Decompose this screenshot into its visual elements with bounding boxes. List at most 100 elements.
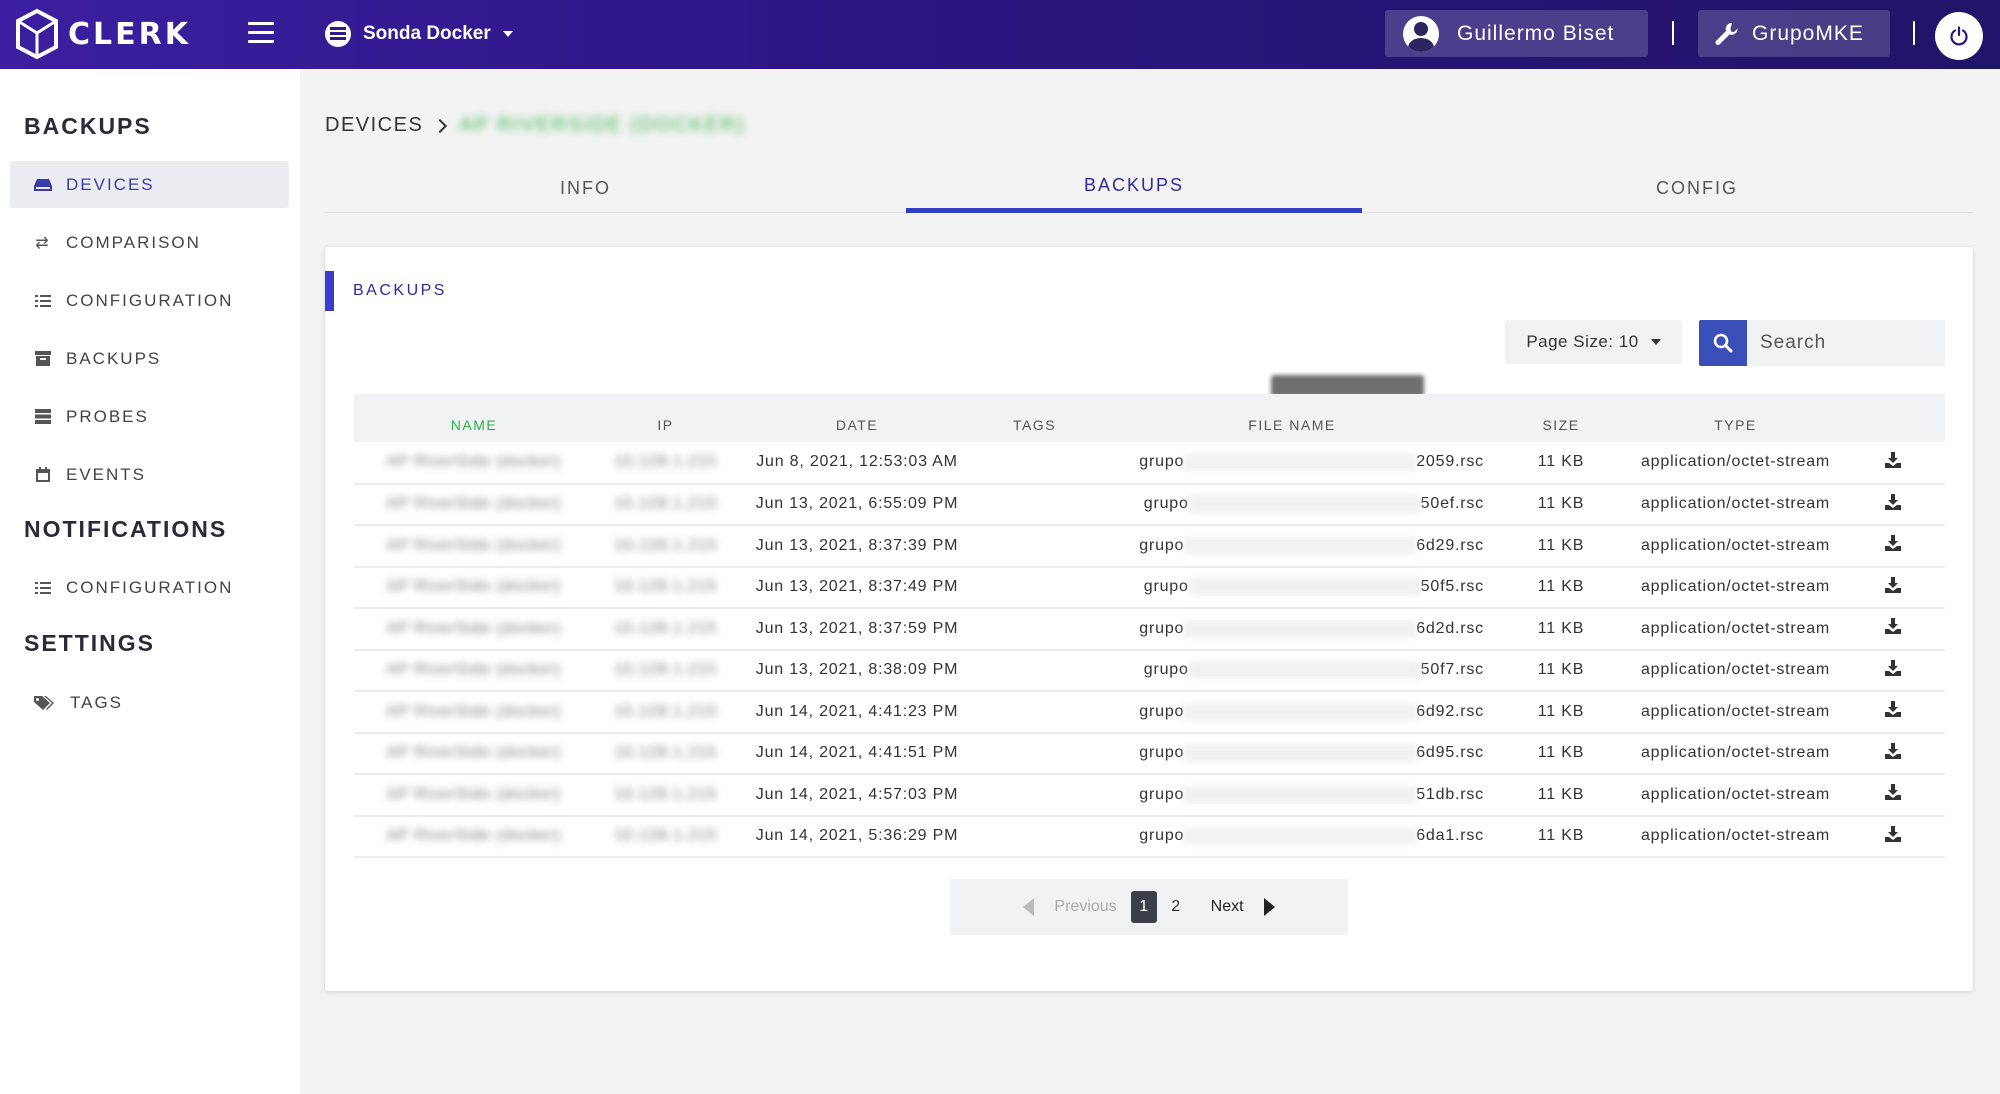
column-header-name[interactable]: NAME [354,394,594,442]
cell-tags [977,484,1092,526]
tasks-icon [34,580,52,596]
project-list-icon [325,21,351,47]
tab-config[interactable]: CONFIG [1421,163,1973,213]
table-body: AP RiverSide (docker) 10.128.1.215 Jun 8… [354,442,1945,857]
table-row[interactable]: AP RiverSide (docker) 10.128.1.215 Jun 1… [354,484,1945,526]
page-2-button[interactable]: 2 [1163,891,1189,923]
cell-actions [1841,816,1945,858]
search-icon [1713,333,1733,353]
chevron-down-icon [502,31,513,37]
sidebar-item-label: CONFIGURATION [66,290,234,310]
cell-type: application/octet-stream [1640,578,1831,596]
organization-name: GrupoMKE [1752,21,1864,45]
sidebar-item-label: EVENTS [66,464,147,484]
sidebar-item-configuration[interactable]: CONFIGURATION [10,277,289,324]
previous-label: Previous [1054,898,1117,915]
sidebar-item-notification-configuration[interactable]: CONFIGURATION [10,564,289,611]
page-1-button[interactable]: 1 [1130,891,1157,923]
clerk-logo[interactable]: CLERK [14,8,191,60]
user-menu-button[interactable]: Guillermo Biset [1385,10,1648,57]
breadcrumb: DEVICES AP RIVERSIDE (DOCKER) [325,114,745,137]
table-row[interactable]: AP RiverSide (docker) 10.128.1.215 Jun 1… [354,525,1945,567]
next-page-button[interactable]: Next [1211,898,1275,916]
sidebar-item-tags[interactable]: TAGS [10,679,289,726]
sidebar-item-devices[interactable]: DEVICES [10,161,289,208]
menu-toggle-icon[interactable] [248,22,274,44]
download-icon[interactable] [1885,659,1901,676]
table-row[interactable]: AP RiverSide (docker) 10.128.1.215 Jun 1… [354,774,1945,816]
next-label: Next [1210,898,1244,915]
logout-button[interactable] [1935,12,1983,60]
breadcrumb-devices-link[interactable]: DEVICES [325,114,423,137]
organization-button[interactable]: GrupoMKE [1698,10,1890,57]
cell-ip: 10.128.1.215 [613,619,718,637]
cell-size: 11 KB [1537,744,1585,762]
cell-type: application/octet-stream [1640,744,1831,762]
download-icon[interactable] [1885,618,1901,635]
cell-name: AP RiverSide (docker) [386,785,562,803]
cell-size: 11 KB [1537,785,1585,803]
sidebar-item-events[interactable]: EVENTS [10,451,289,498]
search-button[interactable] [1699,320,1747,366]
tab-backups[interactable]: BACKUPS [906,163,1362,213]
device-tabs: INFO BACKUPS CONFIG [325,163,1973,213]
cell-date: Jun 13, 2021, 6:55:09 PM [755,495,959,513]
column-header-size[interactable]: SIZE [1492,394,1630,442]
project-selector[interactable]: Sonda Docker [325,18,513,50]
column-header-tags[interactable]: TAGS [977,394,1092,442]
download-icon[interactable] [1885,742,1901,759]
column-header-ip[interactable]: IP [594,394,737,442]
backups-card: BACKUPS Page Size: 10 NAME IP DATE [325,247,1973,991]
sidebar-item-backups[interactable]: BACKUPS [10,335,289,382]
table-row[interactable]: AP RiverSide (docker) 10.128.1.215 Jun 1… [354,816,1945,858]
sidebar-item-comparison[interactable]: ⇄ COMPARISON [10,219,289,266]
download-icon[interactable] [1885,701,1901,718]
cell-ip: 10.128.1.215 [613,453,718,471]
table-row[interactable]: AP RiverSide (docker) 10.128.1.215 Jun 8… [354,442,1945,484]
cell-tags [977,525,1092,567]
cell-tags [977,691,1092,733]
cell-file-name: grupo 51db.rsc [1139,785,1484,804]
previous-page-button[interactable]: Previous [1023,898,1117,916]
page-size-dropdown[interactable]: Page Size: 10 [1505,320,1682,364]
arrow-left-icon [1023,898,1035,916]
search-input[interactable] [1747,320,1945,366]
cell-type: application/octet-stream [1640,536,1831,554]
cell-tags [977,816,1092,858]
sidebar-item-probes[interactable]: PROBES [10,393,289,440]
cell-date: Jun 13, 2021, 8:37:59 PM [755,619,959,637]
download-icon[interactable] [1885,451,1901,468]
download-icon[interactable] [1885,825,1901,842]
column-header-type[interactable]: TYPE [1630,394,1841,442]
cell-type: application/octet-stream [1640,827,1831,845]
brand-name: CLERK [68,16,191,52]
table-row[interactable]: AP RiverSide (docker) 10.128.1.215 Jun 1… [354,691,1945,733]
cell-size: 11 KB [1537,453,1585,471]
cell-actions [1841,733,1945,775]
tab-info[interactable]: INFO [325,163,846,213]
cell-size: 11 KB [1537,495,1585,513]
cell-date: Jun 13, 2021, 8:37:39 PM [755,536,959,554]
download-icon[interactable] [1885,535,1901,552]
cell-type: application/octet-stream [1640,453,1831,471]
calendar-icon [34,467,52,483]
column-header-date[interactable]: DATE [737,394,977,442]
cell-name: AP RiverSide (docker) [386,536,562,554]
table-row[interactable]: AP RiverSide (docker) 10.128.1.215 Jun 1… [354,650,1945,691]
cell-date: Jun 13, 2021, 8:38:09 PM [755,661,959,679]
cell-file-name: grupo 50f7.rsc [1143,661,1484,680]
table-row[interactable]: AP RiverSide (docker) 10.128.1.215 Jun 1… [354,608,1945,650]
download-icon[interactable] [1885,576,1901,593]
table-row[interactable]: AP RiverSide (docker) 10.128.1.215 Jun 1… [354,567,1945,608]
cell-actions [1841,525,1945,567]
cell-ip: 10.128.1.215 [613,578,718,596]
cell-name: AP RiverSide (docker) [386,578,562,596]
cell-name: AP RiverSide (docker) [386,702,562,720]
search-box [1699,320,1945,366]
archive-icon [34,351,52,367]
download-icon[interactable] [1885,784,1901,801]
server-icon [34,409,52,425]
column-header-file-name[interactable]: FILE NAME [1092,394,1492,442]
table-row[interactable]: AP RiverSide (docker) 10.128.1.215 Jun 1… [354,733,1945,775]
download-icon[interactable] [1885,493,1901,510]
